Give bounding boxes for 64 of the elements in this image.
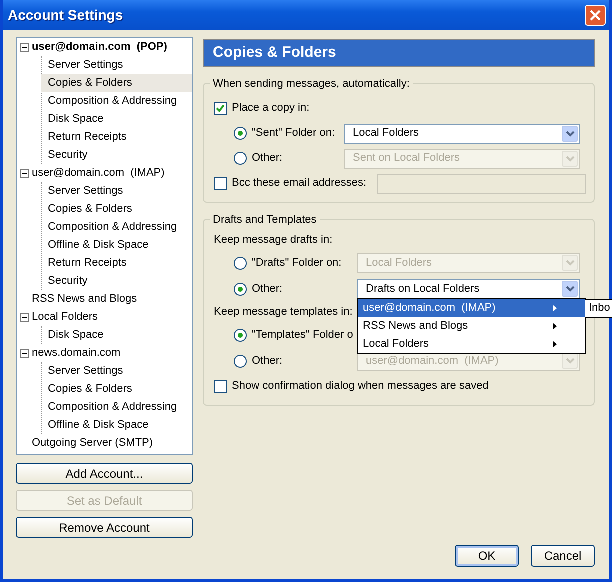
submenu: Inbo — [585, 299, 612, 318]
collapse-icon[interactable] — [20, 312, 29, 322]
radio-button[interactable] — [234, 328, 247, 342]
checkbox[interactable] — [214, 102, 227, 115]
radio-label: "Sent" Folder on: — [252, 126, 336, 142]
close-button[interactable] — [585, 4, 606, 26]
tree-item[interactable]: user@domain.com (IMAP) — [32, 164, 165, 182]
tree-item[interactable]: Copies & Folders — [41, 74, 192, 92]
collapse-icon[interactable] — [20, 42, 29, 52]
tree-item[interactable]: Disk Space — [41, 110, 192, 128]
submenu-arrow-icon — [553, 304, 557, 312]
tree-item[interactable]: Server Settings — [41, 182, 192, 200]
submenu-arrow-icon — [553, 340, 557, 348]
radio-button[interactable] — [234, 282, 247, 296]
tree-item[interactable]: RSS News and Blogs — [32, 290, 138, 308]
dropdown[interactable]: Local Folders — [344, 124, 580, 144]
radio-label: Other: — [252, 282, 284, 297]
tree-item[interactable]: Offline & Disk Space — [41, 416, 192, 434]
tree-item[interactable]: Offline & Disk Space — [41, 236, 192, 254]
tree-item[interactable]: Composition & Addressing — [41, 92, 192, 110]
dialog-button[interactable]: OK — [455, 545, 519, 567]
submenu-arrow-icon — [553, 322, 557, 330]
checkbox[interactable] — [214, 380, 227, 393]
page-title: Copies & Folders — [203, 39, 595, 67]
menu-item[interactable]: RSS News and Blogs — [358, 317, 585, 335]
tree-item[interactable]: Outgoing Server (SMTP) — [32, 434, 154, 452]
window-title: Account Settings — [8, 6, 124, 25]
tree-item[interactable]: Copies & Folders — [41, 200, 192, 218]
dialog-button[interactable]: Cancel — [531, 545, 595, 567]
radio-label: Other: — [252, 354, 284, 369]
tree-item[interactable]: Disk Space — [41, 326, 192, 344]
radio-button[interactable] — [234, 256, 247, 270]
tree-item[interactable]: Local Folders — [32, 308, 98, 326]
radio-label: "Templates" Folder o — [252, 328, 354, 343]
tree-item[interactable]: Security — [41, 146, 192, 164]
collapse-icon[interactable] — [20, 348, 29, 358]
tree-item[interactable]: Security — [41, 272, 192, 290]
radio-button[interactable] — [234, 152, 247, 165]
group-legend: When sending messages, automatically: — [210, 76, 413, 92]
close-icon[interactable] — [590, 10, 601, 20]
tree-item[interactable]: Copies & Folders — [41, 380, 192, 398]
radio-label: "Drafts" Folder on: — [252, 256, 343, 271]
tree-item[interactable]: Composition & Addressing — [41, 398, 192, 416]
tree-item[interactable]: user@domain.com (POP) — [32, 38, 168, 56]
tree-item[interactable]: Server Settings — [41, 362, 192, 380]
tree-item[interactable]: Return Receipts — [41, 128, 192, 146]
group-heading: Keep message drafts in: — [214, 232, 333, 248]
checkbox-label: Show confirmation dialog when messages are saved — [232, 379, 489, 394]
menu-item[interactable]: Local Folders — [358, 335, 585, 353]
checkbox-label: Bcc these email addresses: — [232, 176, 367, 192]
radio-button[interactable] — [234, 127, 247, 140]
group-legend: Drafts and Templates — [210, 212, 320, 228]
radio-label: Other: — [252, 151, 284, 166]
checkbox-label: Place a copy in: — [232, 101, 310, 116]
account-button[interactable]: Add Account... — [16, 463, 193, 484]
tree-item[interactable]: Composition & Addressing — [41, 218, 192, 236]
group-heading: Keep message templates in: — [214, 304, 353, 320]
tree-item[interactable]: Server Settings — [41, 56, 192, 74]
menu-item[interactable]: user@domain.com (IMAP) — [358, 299, 585, 317]
tree-item[interactable]: news.domain.com — [32, 344, 121, 362]
account-button[interactable]: Remove Account — [16, 517, 193, 538]
tree-item[interactable]: Return Receipts — [41, 254, 192, 272]
collapse-icon[interactable] — [20, 168, 29, 178]
radio-button[interactable] — [234, 354, 247, 368]
